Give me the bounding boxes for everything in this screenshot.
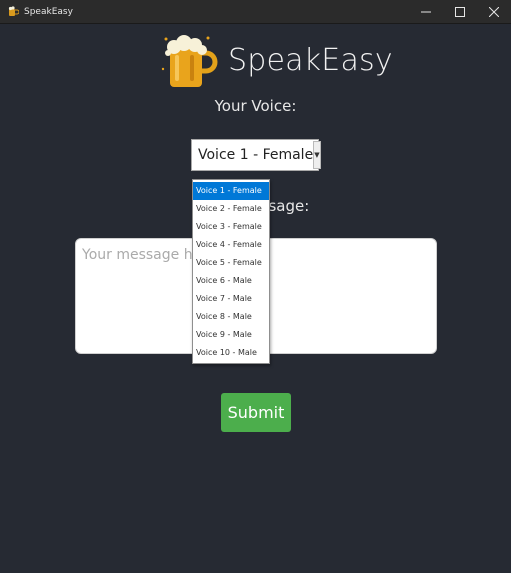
voice-label: Your Voice: [214, 97, 297, 115]
voice-option[interactable]: Voice 1 - Female [193, 182, 269, 200]
voice-option[interactable]: Voice 5 - Female [193, 254, 269, 272]
submit-button[interactable]: Submit [221, 393, 291, 432]
minimize-icon[interactable] [409, 0, 443, 23]
beer-mug-icon [160, 29, 220, 91]
app-header: SpeakEasy [160, 29, 393, 91]
window-title: SpeakEasy [24, 6, 73, 17]
voice-dropdown-list: Voice 1 - Female Voice 2 - Female Voice … [192, 179, 270, 364]
chevron-down-icon[interactable]: ▼ [313, 141, 321, 169]
beer-mug-icon [8, 6, 19, 17]
voice-option[interactable]: Voice 8 - Male [193, 308, 269, 326]
voice-select[interactable]: Voice 1 - Female ▼ [191, 139, 321, 171]
voice-option[interactable]: Voice 3 - Female [193, 218, 269, 236]
voice-option[interactable]: Voice 4 - Female [193, 236, 269, 254]
app-title: SpeakEasy [228, 42, 393, 78]
maximize-icon[interactable] [443, 0, 477, 23]
voice-option[interactable]: Voice 7 - Male [193, 290, 269, 308]
close-icon[interactable] [477, 0, 511, 23]
voice-select-value: Voice 1 - Female [198, 147, 314, 163]
title-bar: SpeakEasy [0, 0, 511, 24]
voice-option[interactable]: Voice 2 - Female [193, 200, 269, 218]
voice-option[interactable]: Voice 10 - Male [193, 344, 269, 362]
voice-option[interactable]: Voice 9 - Male [193, 326, 269, 344]
voice-option[interactable]: Voice 6 - Male [193, 272, 269, 290]
